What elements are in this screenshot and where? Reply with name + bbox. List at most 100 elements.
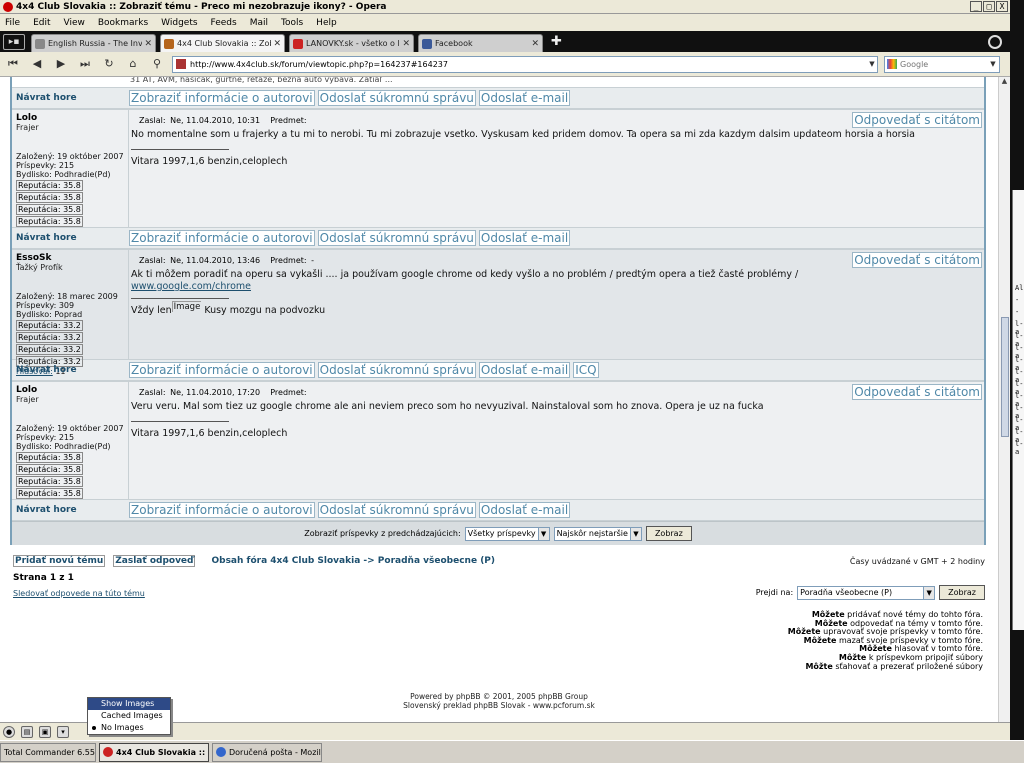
post-date: Ne, 11.04.2010, 10:31 bbox=[170, 116, 261, 125]
tab-facebook[interactable]: Facebook ✕ bbox=[418, 34, 543, 52]
closed-tabs-icon[interactable] bbox=[988, 34, 1002, 49]
tab-close-icon[interactable]: ✕ bbox=[273, 39, 281, 49]
signature-image-placeholder: Image bbox=[171, 301, 202, 312]
back-to-top-link[interactable]: Návrat hore bbox=[12, 233, 129, 243]
filter-show-button[interactable]: Zobraz bbox=[645, 526, 692, 541]
no-images-option[interactable]: No Images bbox=[88, 722, 170, 734]
pm-button[interactable]: Odoslať súkromnú správu bbox=[317, 90, 476, 106]
menu-widgets[interactable]: Widgets bbox=[161, 18, 197, 28]
minimize-button[interactable]: _ bbox=[970, 1, 982, 12]
posts-range-select[interactable]: Všetky príspevky ▼ bbox=[464, 526, 550, 541]
search-dropdown-icon[interactable]: ▼ bbox=[988, 60, 998, 68]
pm-button[interactable]: Odoslať súkromnú správu bbox=[317, 362, 476, 378]
search-field[interactable]: ▼ bbox=[884, 55, 1000, 73]
email-button[interactable]: Odoslať e-mail bbox=[478, 362, 571, 378]
email-button[interactable]: Odoslať e-mail bbox=[478, 230, 571, 246]
home-icon[interactable]: ⌂ bbox=[124, 55, 142, 73]
pm-button[interactable]: Odoslať súkromnú správu bbox=[317, 230, 476, 246]
taskbar-total-commander[interactable]: Total Commander 6.55 - ... bbox=[0, 742, 96, 762]
tab-favicon bbox=[422, 38, 432, 49]
post: Lolo Frajer Založený: 19 október 2007 Pr… bbox=[12, 109, 984, 227]
user-rank: Frajer bbox=[16, 123, 39, 132]
tab-menu-button[interactable]: ▸▪ bbox=[3, 33, 25, 50]
user-joined: Založený: 19 október 2007 bbox=[16, 424, 124, 433]
post-author: Lolo Frajer Založený: 19 október 2007 Pr… bbox=[12, 382, 129, 499]
jump-go-button[interactable]: Zobraz bbox=[939, 585, 985, 600]
profile-button[interactable]: Zobraziť informácie o autorovi bbox=[129, 230, 315, 246]
post-date: Ne, 11.04.2010, 13:46 bbox=[170, 256, 261, 265]
wand-icon[interactable]: ⚲ bbox=[148, 55, 166, 73]
menu-help[interactable]: Help bbox=[316, 18, 337, 28]
back-to-top-link[interactable]: Návrat hore bbox=[12, 93, 129, 103]
post-reply-button[interactable]: Zaslať odpoveď bbox=[113, 555, 196, 567]
profile-button[interactable]: Zobraziť informácie o autorovi bbox=[129, 502, 315, 518]
fast-forward-icon[interactable]: ⏭ bbox=[76, 55, 94, 73]
back-to-top-link[interactable]: Návrat hore bbox=[12, 365, 129, 375]
page-icon[interactable]: ▤ bbox=[21, 725, 33, 738]
show-images-option[interactable]: Show Images bbox=[88, 698, 170, 710]
opera-unite-icon[interactable]: ● bbox=[3, 725, 15, 738]
permissions-list: Môžete pridávať nové témy do tohto fóra.… bbox=[787, 610, 983, 671]
menu-mail[interactable]: Mail bbox=[250, 18, 268, 28]
view-options-icon[interactable]: ▾ bbox=[57, 725, 69, 738]
tab-lanovky[interactable]: LANOVKY.sk - všetko o l... ✕ bbox=[289, 34, 414, 52]
menu-feeds[interactable]: Feeds bbox=[211, 18, 237, 28]
new-tab-icon[interactable]: ✚ bbox=[551, 34, 562, 49]
taskbar-thunderbird[interactable]: Doručená pošta - Mozilla ... bbox=[212, 742, 322, 762]
profile-button[interactable]: Zobraziť informácie o autorovi bbox=[129, 362, 315, 378]
back-icon[interactable]: ◀ bbox=[28, 55, 46, 73]
menu-bookmarks[interactable]: Bookmarks bbox=[98, 18, 148, 28]
tab-english-russia[interactable]: English Russia - The Invi... ✕ bbox=[31, 34, 156, 52]
cut-off-text: 31 AT, AVM, hasičák, gurtne, reťaze, bež… bbox=[130, 77, 393, 84]
new-topic-button[interactable]: Pridať novú tému bbox=[13, 555, 106, 567]
opera-icon bbox=[103, 747, 113, 757]
breadcrumb[interactable]: Obsah fóra 4x4 Club Slovakia -> Poradňa … bbox=[211, 556, 495, 566]
image-mode-menu: Show Images Cached Images No Images bbox=[87, 697, 171, 735]
close-button[interactable]: X bbox=[996, 1, 1008, 12]
email-button[interactable]: Odoslať e-mail bbox=[478, 502, 571, 518]
menu-view[interactable]: View bbox=[64, 18, 85, 28]
address-field[interactable]: ▼ bbox=[172, 55, 878, 73]
email-button[interactable]: Odoslať e-mail bbox=[478, 90, 571, 106]
username[interactable]: EssoSk bbox=[16, 253, 124, 263]
quote-button[interactable]: Odpovedať s citátom bbox=[852, 112, 982, 128]
reputation-badge: Reputácia: 35.8 bbox=[16, 204, 83, 215]
quote-button[interactable]: Odpovedať s citátom bbox=[852, 384, 982, 400]
back-to-top-link[interactable]: Návrat hore bbox=[12, 505, 129, 515]
quote-button[interactable]: Odpovedať s citátom bbox=[852, 252, 982, 268]
tab-close-icon[interactable]: ✕ bbox=[402, 39, 410, 49]
url-dropdown-icon[interactable]: ▼ bbox=[867, 60, 877, 68]
profile-button[interactable]: Zobraziť informácie o autorovi bbox=[129, 90, 315, 106]
mail-icon bbox=[216, 747, 226, 757]
jump-forum-select[interactable]: Poradňa všeobecne (P) ▼ bbox=[797, 585, 936, 600]
reputation-badge: Reputácia: 35.8 bbox=[16, 180, 83, 191]
scroll-up-icon[interactable]: ▲ bbox=[999, 77, 1010, 87]
url-input[interactable] bbox=[190, 59, 867, 69]
cached-images-option[interactable]: Cached Images bbox=[88, 710, 170, 722]
reputation-badge: Reputácia: 35.8 bbox=[16, 192, 83, 203]
reload-icon[interactable]: ↻ bbox=[100, 55, 118, 73]
post-link[interactable]: www.google.com/chrome bbox=[131, 281, 251, 292]
signature: Vitara 1997,1,6 benzin,celoplech bbox=[131, 428, 288, 439]
vertical-scrollbar[interactable]: ▲ bbox=[998, 77, 1010, 722]
tab-4x4club[interactable]: 4x4 Club Slovakia :: Zob... ✕ bbox=[160, 34, 285, 52]
background-window-edge: Al - - l-a l-a l-a l-a l-a l-a l-a l-a l… bbox=[1010, 0, 1024, 740]
menu-edit[interactable]: Edit bbox=[33, 18, 50, 28]
image-toggle-icon[interactable]: ▣ bbox=[39, 725, 51, 738]
icq-button[interactable]: ICQ bbox=[573, 362, 599, 378]
search-input[interactable] bbox=[900, 59, 988, 69]
tab-close-icon[interactable]: ✕ bbox=[531, 39, 539, 49]
address-toolbar: ⏮ ◀ ▶ ⏭ ↻ ⌂ ⚲ ▼ ▼ bbox=[0, 52, 1010, 77]
rewind-icon[interactable]: ⏮ bbox=[4, 55, 22, 73]
username[interactable]: Lolo bbox=[16, 385, 124, 395]
tab-close-icon[interactable]: ✕ bbox=[144, 39, 152, 49]
menu-tools[interactable]: Tools bbox=[281, 18, 303, 28]
scroll-thumb[interactable] bbox=[1001, 317, 1009, 437]
username[interactable]: Lolo bbox=[16, 113, 124, 123]
forward-icon[interactable]: ▶ bbox=[52, 55, 70, 73]
taskbar-opera[interactable]: 4x4 Club Slovakia :: Z... bbox=[99, 742, 209, 762]
menu-file[interactable]: File bbox=[5, 18, 20, 28]
pm-button[interactable]: Odoslať súkromnú správu bbox=[317, 502, 476, 518]
sort-order-select[interactable]: Najskôr nejstaršie ▼ bbox=[553, 526, 642, 541]
maximize-button[interactable]: □ bbox=[983, 1, 995, 12]
